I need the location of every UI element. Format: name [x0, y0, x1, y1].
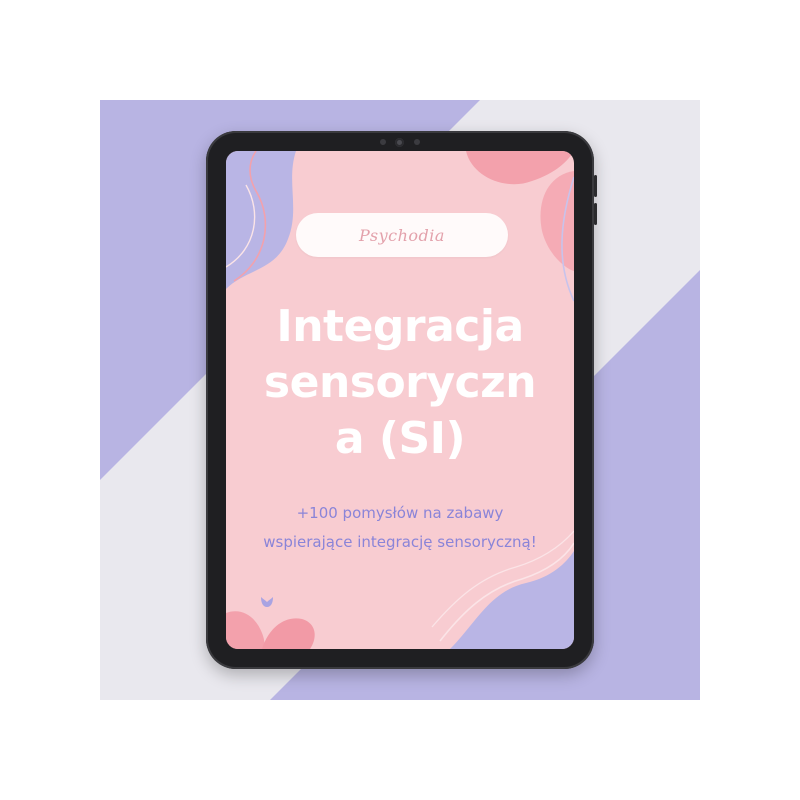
- flower-bud-icon: [261, 597, 273, 607]
- brand-name: Psychodia: [359, 225, 445, 245]
- camera-icon: [395, 138, 404, 147]
- ebook-cover: Psychodia Integracja sensoryczn a (SI) +…: [226, 151, 574, 649]
- tablet-device: Psychodia Integracja sensoryczn a (SI) +…: [206, 131, 597, 669]
- volume-button: [594, 175, 597, 197]
- sensor-icon: [380, 139, 386, 145]
- camera-bar: [378, 138, 422, 147]
- sensor-icon: [414, 139, 420, 145]
- cover-title: Integracja sensoryczn a (SI): [226, 299, 574, 467]
- subtitle-line: wspierające integrację sensoryczną!: [263, 533, 537, 551]
- brand-pill: Psychodia: [296, 213, 508, 257]
- cover-subtitle: +100 pomysłów na zabawy wspierające inte…: [226, 499, 574, 557]
- product-image: Psychodia Integracja sensoryczn a (SI) +…: [0, 0, 800, 800]
- volume-button: [594, 203, 597, 225]
- title-line: Integracja: [276, 301, 524, 352]
- subtitle-line: +100 pomysłów na zabawy: [296, 504, 504, 522]
- title-line: sensoryczn: [263, 357, 537, 408]
- title-line: a (SI): [334, 413, 466, 464]
